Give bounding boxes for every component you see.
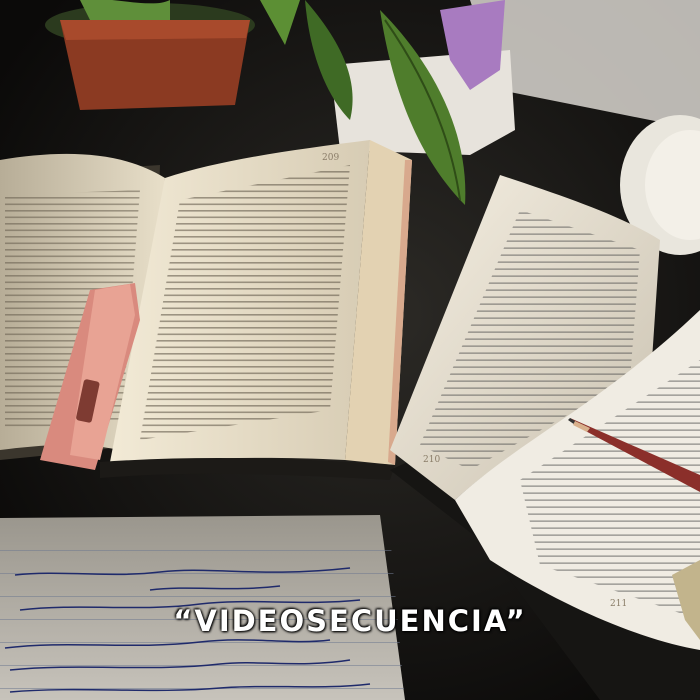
plant-icon (45, 0, 255, 110)
video-caption: “VIDEOSECUENCIA” (173, 604, 527, 638)
page-number-209: 209 (322, 153, 339, 163)
photo-scene: 209 210 211 “VIDEOSECUENCIA” (0, 0, 700, 700)
study-desk-photo: 209 210 211 (0, 0, 700, 700)
page-number-210: 210 (423, 455, 440, 465)
